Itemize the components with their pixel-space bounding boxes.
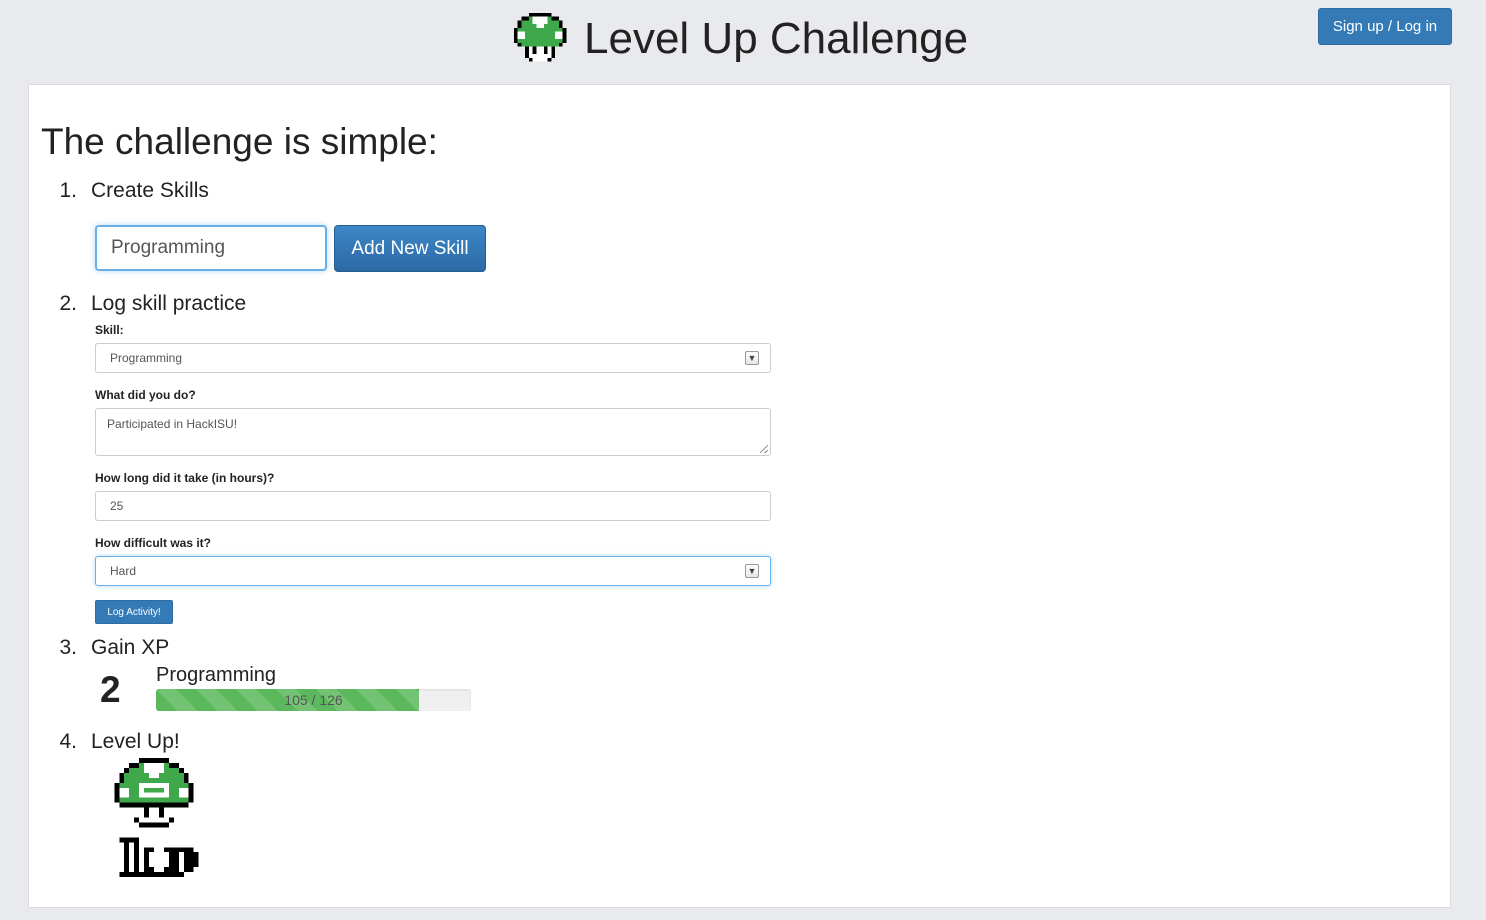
page-title: Level Up Challenge: [584, 14, 969, 63]
step-label: Create Skills: [91, 179, 209, 202]
main-panel: The challenge is simple: 1. Create Skill…: [28, 84, 1451, 908]
xp-progress-text: 105 / 126: [284, 692, 343, 708]
1up-mushroom-icon: [114, 758, 199, 878]
what-label: What did you do?: [95, 388, 196, 402]
level-number: 2: [100, 669, 121, 710]
step-number: 1.: [59, 179, 77, 202]
resize-handle-icon[interactable]: [760, 445, 768, 453]
skill-select-value: Programming: [110, 351, 183, 365]
signup-login-button[interactable]: Sign up / Log in: [1318, 8, 1452, 45]
xp-skill-name: Programming: [156, 664, 277, 686]
difficulty-select[interactable]: Hard ▼: [95, 556, 771, 586]
step-log-practice: 2. Log skill practice: [59, 292, 246, 316]
step-label: Level Up!: [91, 730, 180, 753]
hours-input-value: 25: [110, 499, 124, 513]
mushroom-icon: [513, 12, 567, 62]
step-label: Gain XP: [91, 636, 170, 659]
step-create-skills: 1. Create Skills: [59, 179, 209, 203]
difficulty-label: How difficult was it?: [95, 536, 211, 550]
step-number: 2.: [59, 292, 77, 315]
chevron-down-icon: ▼: [745, 351, 759, 365]
step-number: 3.: [59, 636, 77, 659]
skill-label: Skill:: [95, 323, 124, 337]
hours-label: How long did it take (in hours)?: [95, 471, 275, 485]
add-new-skill-button[interactable]: Add New Skill: [334, 225, 486, 272]
new-skill-input[interactable]: [95, 225, 327, 271]
step-label: Log skill practice: [91, 292, 247, 315]
skill-select[interactable]: Programming ▼: [95, 343, 771, 373]
step-gain-xp: 3. Gain XP: [59, 636, 169, 660]
site-title: Level Up Challenge: [510, 8, 968, 70]
1up-badge: [119, 837, 199, 878]
step-number: 4.: [59, 730, 77, 753]
log-activity-button[interactable]: Log Activity!: [95, 600, 173, 624]
xp-progress-bar: 105 / 126: [156, 689, 471, 711]
hours-input[interactable]: 25: [95, 491, 771, 521]
step-level-up: 4. Level Up!: [59, 730, 180, 754]
what-textarea[interactable]: Participated in HackISU!: [95, 408, 771, 456]
difficulty-select-value: Hard: [110, 564, 137, 578]
chevron-down-icon: ▼: [745, 564, 759, 578]
challenge-heading: The challenge is simple:: [41, 121, 438, 162]
what-textarea-value: Participated in HackISU!: [107, 417, 238, 431]
